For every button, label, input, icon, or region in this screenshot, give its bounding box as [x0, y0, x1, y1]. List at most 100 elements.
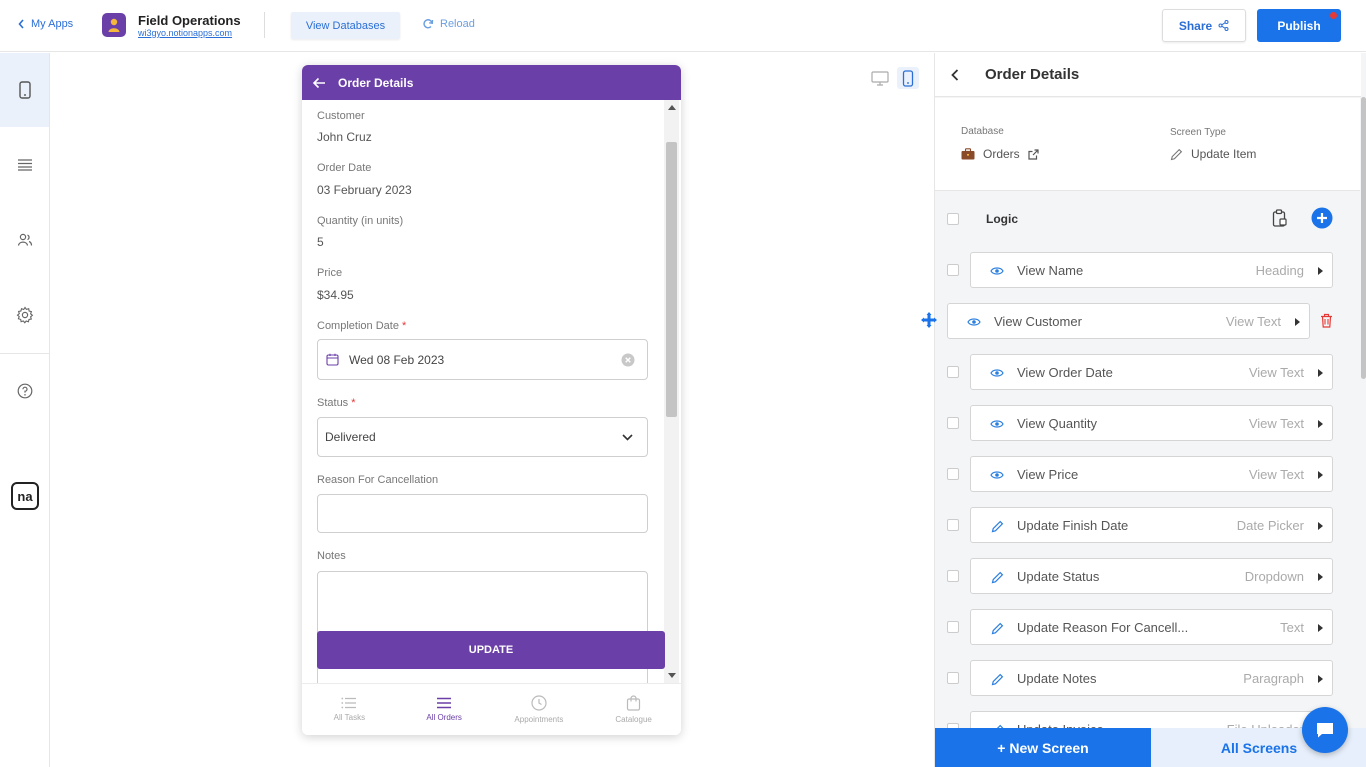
pencil-icon [989, 519, 1005, 533]
component-name: View Order Date [1017, 365, 1113, 380]
chat-support-button[interactable] [1302, 707, 1348, 753]
component-name: View Customer [994, 314, 1082, 329]
component-checkbox[interactable] [947, 468, 959, 480]
component-row[interactable]: View Price View Text [970, 456, 1333, 492]
update-button[interactable]: UPDATE [317, 631, 665, 669]
component-checkbox[interactable] [947, 417, 959, 429]
panel-scrollbar[interactable] [1360, 97, 1366, 727]
notionapps-logo[interactable]: na [11, 482, 39, 510]
component-checkbox[interactable] [947, 264, 959, 276]
reload-button[interactable]: Reload [422, 18, 475, 30]
drag-handle-icon[interactable] [921, 312, 937, 333]
completion-date-value: Wed 08 Feb 2023 [349, 352, 445, 367]
screen-settings-panel: Order Details Database Orders Screen Typ… [921, 53, 1366, 767]
desktop-preview-button[interactable] [869, 67, 891, 89]
panel-title: Order Details [985, 66, 1080, 83]
mobile-preview-button[interactable] [897, 67, 919, 89]
tab-all-orders[interactable]: All Orders [397, 684, 492, 735]
component-checkbox[interactable] [947, 366, 959, 378]
panel-scroll-thumb[interactable] [1361, 97, 1366, 379]
add-circle-icon[interactable] [1311, 207, 1333, 229]
screen-type-value: Update Item [1191, 147, 1257, 161]
component-type: Text [1280, 620, 1304, 635]
order-date-value: 03 February 2023 [317, 183, 412, 197]
component-type: View Text [1248, 467, 1304, 482]
completion-date-picker[interactable]: Wed 08 Feb 2023 [317, 339, 648, 380]
pencil-icon [1170, 148, 1183, 160]
screen-type-value-group: Update Item [1170, 147, 1256, 161]
component-type: Paragraph [1243, 671, 1304, 686]
component-row[interactable]: View Quantity View Text [970, 405, 1333, 441]
component-row[interactable]: View Name Heading [970, 252, 1333, 288]
reload-icon [423, 19, 434, 29]
my-apps-link[interactable]: My Apps [18, 18, 73, 30]
gear-icon [16, 306, 33, 324]
phone-scrollbar[interactable] [664, 100, 679, 683]
external-link-icon[interactable] [1028, 148, 1039, 160]
eye-icon [989, 468, 1005, 482]
component-row[interactable]: View Customer View Text [947, 303, 1310, 339]
completion-date-label: Completion Date * [317, 320, 407, 332]
desktop-icon [871, 70, 889, 86]
chevron-left-icon[interactable] [951, 68, 959, 81]
status-value: Delivered [325, 430, 376, 444]
phone-icon [902, 69, 914, 87]
component-type: View Text [1225, 314, 1281, 329]
caret-right-icon [1318, 573, 1323, 581]
nav-users[interactable] [0, 203, 49, 277]
app-avatar-icon [102, 13, 126, 37]
component-row[interactable]: Update Reason For Cancell... Text [970, 609, 1333, 645]
nav-list[interactable] [0, 128, 49, 202]
tab-catalogue[interactable]: Catalogue [586, 684, 681, 735]
component-checkbox[interactable] [947, 621, 959, 633]
component-checkbox[interactable] [947, 519, 959, 531]
my-apps-label: My Apps [31, 18, 74, 30]
price-label: Price [317, 267, 343, 279]
component-row[interactable]: Update Status Dropdown [970, 558, 1333, 594]
database-link[interactable]: Orders [961, 147, 1039, 161]
component-type: View Text [1248, 416, 1304, 431]
trash-icon[interactable] [1320, 313, 1333, 333]
nav-screens[interactable] [0, 53, 49, 127]
tab-appointments[interactable]: Appointments [492, 684, 587, 735]
tab-all-tasks[interactable]: All Tasks [302, 684, 397, 735]
scroll-up-icon[interactable] [668, 105, 676, 110]
scroll-thumb[interactable] [666, 142, 677, 417]
share-icon [1218, 20, 1229, 31]
view-databases-button[interactable]: View Databases [291, 12, 400, 39]
logic-checkbox[interactable] [947, 213, 959, 225]
phone-header: Order Details [302, 65, 681, 100]
status-dropdown[interactable]: Delivered [317, 417, 648, 457]
component-row[interactable]: Update Notes Paragraph [970, 660, 1333, 696]
list-icon [17, 159, 32, 171]
component-row[interactable]: View Order Date View Text [970, 354, 1333, 390]
component-name: Update Reason For Cancell... [1017, 620, 1189, 635]
logic-row: Logic [935, 201, 1361, 237]
app-title: Field Operations [138, 13, 241, 28]
clipboard-icon[interactable] [1272, 209, 1288, 228]
component-row[interactable]: Update Finish Date Date Picker [970, 507, 1333, 543]
scroll-down-icon[interactable] [668, 673, 676, 678]
tab-label: All Orders [426, 713, 462, 722]
component-type: Dropdown [1244, 569, 1304, 584]
phone-title: Order Details [338, 75, 414, 90]
caret-right-icon [1318, 369, 1323, 377]
divider [264, 12, 265, 38]
caret-right-icon [1295, 318, 1300, 326]
calendar-icon [326, 353, 339, 366]
nav-settings[interactable] [0, 278, 49, 352]
app-url-link[interactable]: wi3gyo.notionapps.com [138, 28, 232, 38]
caret-right-icon [1318, 675, 1323, 683]
component-checkbox[interactable] [947, 672, 959, 684]
notification-dot [1330, 12, 1337, 19]
component-checkbox[interactable] [947, 570, 959, 582]
eye-icon [966, 315, 982, 329]
nav-help[interactable] [0, 354, 49, 428]
share-button[interactable]: Share [1162, 9, 1246, 42]
reason-input[interactable] [317, 494, 648, 533]
publish-button[interactable]: Publish [1257, 9, 1341, 42]
arrow-left-icon[interactable] [312, 77, 326, 89]
clear-icon[interactable] [621, 353, 635, 367]
quantity-label: Quantity (in units) [317, 215, 404, 227]
new-screen-button[interactable]: + New Screen [935, 728, 1151, 767]
